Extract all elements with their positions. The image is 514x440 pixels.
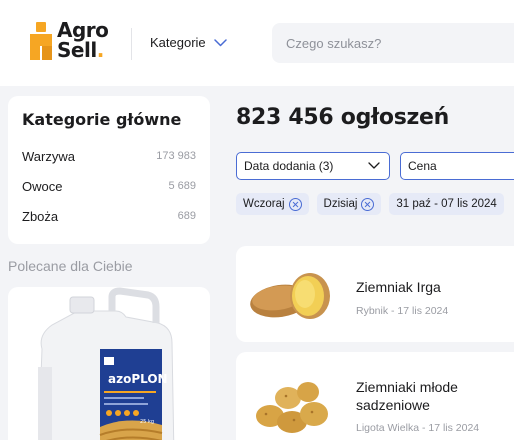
categories-dropdown-label: Kategorie: [150, 35, 206, 50]
fertilizer-canister-image: azoPLON 25 kg: [38, 287, 175, 440]
listing-card[interactable]: Ziemniaki młode sadzeniowe Ligota Wielka…: [236, 352, 514, 440]
potato-irga-image: [250, 273, 330, 319]
filter-chip-dzisiaj[interactable]: Dzisiaj: [316, 193, 382, 215]
agrosell-logo[interactable]: Agro Sell.: [30, 20, 109, 66]
date-added-filter[interactable]: Data dodania (3): [236, 152, 390, 180]
listings-count-title: 823 456 ogłoszeń: [236, 105, 449, 130]
category-name: Owoce: [22, 178, 63, 194]
category-item-warzywa[interactable]: Warzywa 173 983: [22, 146, 196, 166]
remove-chip-icon[interactable]: [288, 197, 302, 211]
category-item-owoce[interactable]: Owoce 5 689: [22, 176, 196, 196]
main-categories-title: Kategorie główne: [22, 110, 182, 129]
listing-meta: Ligota Wielka - 17 lis 2024: [356, 422, 480, 434]
category-count: 689: [177, 210, 196, 222]
filter-chip-wczoraj[interactable]: Wczoraj: [236, 193, 309, 215]
search-bar: [272, 23, 514, 63]
product-weight-text: 25 kg: [140, 419, 154, 425]
listing-title: Ziemniaki młode sadzeniowe: [356, 379, 458, 413]
category-count: 173 983: [156, 150, 196, 162]
product-brand-text: azoPLON: [108, 372, 168, 386]
filter-chip-date-range[interactable]: 31 paź - 07 lis 2024: [389, 193, 504, 215]
chip-label: Dzisiaj: [323, 198, 358, 210]
price-filter[interactable]: Cena: [400, 152, 514, 180]
categories-dropdown[interactable]: Kategorie: [150, 35, 227, 50]
category-name: Zboża: [22, 208, 59, 224]
main-categories-panel: Kategorie główne Warzywa 173 983 Owoce 5…: [8, 96, 210, 244]
price-filter-label: Cena: [408, 159, 437, 173]
recommended-title: Polecane dla Ciebie: [8, 258, 133, 274]
logo-text-line2: Sell: [57, 38, 97, 62]
category-count: 5 689: [168, 180, 196, 192]
recommended-product-card[interactable]: azoPLON 25 kg: [8, 287, 210, 440]
listing-meta: Rybnik - 17 lis 2024: [356, 305, 449, 317]
logo-dot: .: [96, 38, 105, 62]
search-input[interactable]: [272, 23, 514, 63]
young-potatoes-image: [256, 382, 328, 433]
remove-chip-icon[interactable]: [361, 197, 375, 211]
chevron-down-icon: [368, 162, 380, 169]
date-added-filter-label: Data dodania (3): [244, 159, 334, 173]
category-item-zboza[interactable]: Zboża 689: [22, 206, 196, 226]
logo-person-icon: [30, 22, 52, 60]
logo-wordmark: Agro Sell.: [57, 20, 109, 62]
chevron-down-icon: [213, 38, 227, 46]
active-filter-chips: Wczoraj Dzisiaj 31 paź - 07 lis 2024: [236, 193, 504, 215]
top-header: Agro Sell. Kategorie: [0, 0, 514, 86]
listing-title: Ziemniak Irga: [356, 279, 441, 295]
chip-label: Wczoraj: [243, 198, 285, 210]
header-divider: [131, 28, 132, 60]
category-name: Warzywa: [22, 148, 75, 164]
chip-label: 31 paź - 07 lis 2024: [396, 198, 497, 210]
listing-card[interactable]: Ziemniak Irga Rybnik - 17 lis 2024: [236, 246, 514, 342]
